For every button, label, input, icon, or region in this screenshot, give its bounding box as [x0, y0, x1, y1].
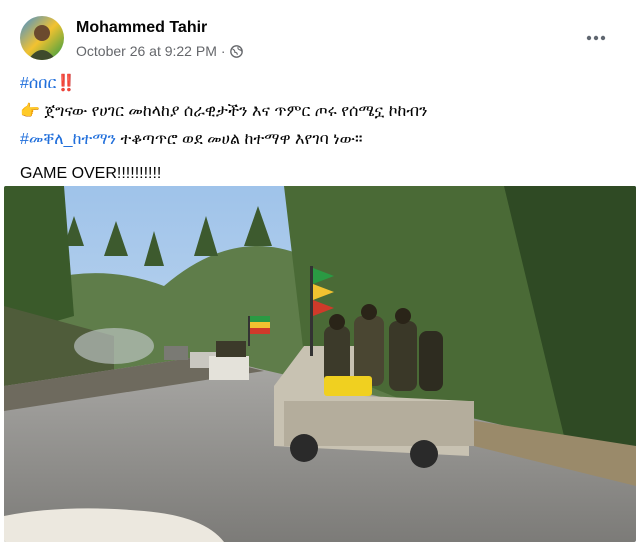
meta-separator: · [220, 43, 226, 59]
pointing-emoji: 👉 [20, 103, 40, 120]
post-line-3-text: ተቆጣጥሮ ወደ መሀል ከተማዋ እየገባ ነው። [116, 131, 363, 148]
author-name[interactable]: Mohammed Tahir [76, 19, 207, 37]
hashtag-link[interactable]: #ሰበር [20, 75, 56, 92]
post-line-2: 👉 ጀግናው የሀገር መከላከያ ሰራዊታችን እና ጥምር ጦሩ የሰሜኗ … [20, 98, 620, 126]
post-line-2-text: ጀግናው የሀገር መከላከያ ሰራዊታችን እና ጥምር ጦሩ የሰሜኗ ኮከ… [44, 103, 428, 120]
post-text: #ሰበር‼️ 👉 ጀግናው የሀገር መከላከያ ሰራዊታችን እና ጥምር ጦ… [20, 70, 620, 188]
post-timestamp[interactable]: October 26 at 9:22 PM [76, 43, 217, 59]
alert-emoji: ‼️ [56, 75, 77, 92]
post-line-4: GAME OVER!!!!!!!!!! [20, 160, 620, 188]
post-line-4-text: GAME OVER!!!!!!!!!! [20, 165, 162, 182]
post-meta: October 26 at 9:22 PM · [76, 43, 243, 59]
more-options-icon[interactable] [582, 24, 610, 52]
photo-illustration [4, 186, 636, 542]
post-line-3: #መቐለ_ከተማን ተቆጣጥሮ ወደ መሀል ከተማዋ እየገባ ነው። [20, 126, 620, 154]
post-header: Mohammed Tahir October 26 at 9:22 PM · [20, 16, 630, 66]
hashtag-link-city[interactable]: #መቐለ_ከተማን [20, 131, 116, 148]
post-line-1: #ሰበር‼️ [20, 70, 620, 98]
author-avatar[interactable] [20, 16, 64, 60]
post-photo[interactable] [4, 186, 636, 542]
globe-icon[interactable] [229, 44, 243, 58]
facebook-post-card: Mohammed Tahir October 26 at 9:22 PM · #… [0, 0, 640, 548]
